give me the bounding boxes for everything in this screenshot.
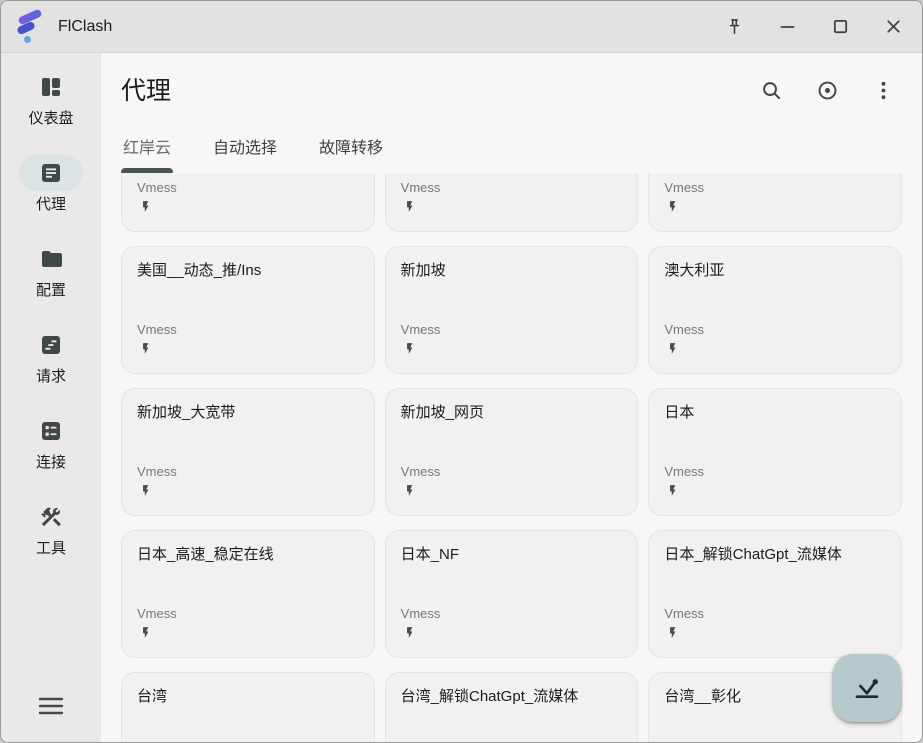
proxy-card[interactable]: 新加坡_网页 Vmess xyxy=(385,388,639,516)
pin-button[interactable] xyxy=(721,14,747,40)
pin-icon xyxy=(724,16,745,37)
proxy-name: 日本_NF xyxy=(401,544,623,565)
proxy-name: 美国__动态_推/Ins xyxy=(137,260,359,281)
proxy-protocol: Vmess xyxy=(401,179,623,196)
proxy-protocol: Vmess xyxy=(401,321,623,338)
proxy-name: 台湾 xyxy=(137,686,359,707)
proxy-card[interactable]: 日本_高速_稳定在线 Vmess xyxy=(121,530,375,658)
proxy-protocol: Vmess xyxy=(137,463,359,480)
sidebar-item-dashboard[interactable]: 仪表盘 xyxy=(19,69,83,129)
proxy-card[interactable]: 日本_NF Vmess xyxy=(385,530,639,658)
proxy-card[interactable]: 日本_解锁ChatGpt_流媒体 Vmess xyxy=(648,530,902,658)
sidebar-item-label: 请求 xyxy=(36,367,66,387)
profiles-folder-icon xyxy=(39,247,63,271)
proxy-name: 日本 xyxy=(664,402,886,423)
more-vert-icon xyxy=(872,79,895,102)
proxy-group-tab[interactable]: 自动选择 xyxy=(211,134,279,173)
sidebar-item-label: 配置 xyxy=(36,281,66,301)
latency-bolt-icon xyxy=(403,342,623,360)
titlebar: FlClash xyxy=(1,1,922,53)
proxy-protocol: Vmess xyxy=(137,605,359,622)
latency-bolt-icon xyxy=(403,200,623,218)
proxy-protocol: Vmess xyxy=(137,179,359,196)
sidebar-item-label: 代理 xyxy=(36,195,66,215)
network-ping-icon xyxy=(851,672,883,704)
proxy-protocol: Vmess xyxy=(664,463,886,480)
proxy-name: 日本_解锁ChatGpt_流媒体 xyxy=(664,544,886,565)
proxy-group-tab[interactable]: 红岸云 xyxy=(121,134,173,173)
main-panel: 代理 xyxy=(101,53,922,743)
search-button[interactable] xyxy=(760,79,784,103)
app-logo-icon xyxy=(15,10,45,44)
more-menu-button[interactable] xyxy=(872,79,896,103)
sidebar-item-proxies[interactable]: 代理 xyxy=(19,155,83,215)
proxies-header: 代理 xyxy=(101,53,922,173)
proxy-card[interactable]: 美国__动态_推/Ins Vmess xyxy=(121,246,375,374)
proxy-card[interactable]: 新加坡 Vmess xyxy=(385,246,639,374)
tools-icon xyxy=(39,505,63,529)
connections-icon xyxy=(39,419,63,443)
locate-current-button[interactable] xyxy=(816,79,840,103)
proxy-name: 新加坡_大宽带 xyxy=(137,402,359,423)
sidebar: 仪表盘 代理 配置 xyxy=(1,53,101,743)
latency-bolt-icon xyxy=(139,626,359,644)
sidebar-item-label: 连接 xyxy=(36,453,66,473)
proxy-card[interactable]: 日本 Vmess xyxy=(648,388,902,516)
delay-test-fab[interactable] xyxy=(833,654,901,722)
minimize-button[interactable] xyxy=(774,14,800,40)
sidebar-item-profiles[interactable]: 配置 xyxy=(19,241,83,301)
proxy-name: 新加坡_网页 xyxy=(401,402,623,423)
proxy-protocol: Vmess xyxy=(137,321,359,338)
sidebar-item-label: 工具 xyxy=(36,539,66,559)
latency-bolt-icon xyxy=(139,342,359,360)
latency-bolt-icon xyxy=(666,484,886,502)
proxies-icon xyxy=(39,161,63,185)
adjust-icon xyxy=(816,79,839,102)
sidebar-menu-button[interactable] xyxy=(1,695,101,717)
proxy-protocol: Vmess xyxy=(401,605,623,622)
close-icon xyxy=(883,16,904,37)
dashboard-icon xyxy=(39,75,63,99)
proxy-name: 台湾_解锁ChatGpt_流媒体 xyxy=(401,686,623,707)
latency-bolt-icon xyxy=(139,484,359,502)
proxy-name: 日本_高速_稳定在线 xyxy=(137,544,359,565)
app-title: FlClash xyxy=(58,18,112,36)
proxy-card[interactable]: 台湾_解锁ChatGpt_流媒体 Vmess xyxy=(385,672,639,743)
latency-bolt-icon xyxy=(666,626,886,644)
close-button[interactable] xyxy=(880,14,906,40)
search-icon xyxy=(760,79,783,102)
proxy-card-grid: Vmess Vmess xyxy=(101,173,922,743)
proxy-name: 新加坡 xyxy=(401,260,623,281)
proxy-card[interactable]: Vmess xyxy=(385,173,639,232)
proxy-protocol: Vmess xyxy=(664,179,886,196)
sidebar-item-connections[interactable]: 连接 xyxy=(19,413,83,473)
maximize-button[interactable] xyxy=(827,14,853,40)
proxy-protocol: Vmess xyxy=(664,605,886,622)
proxy-card-scroll-area[interactable]: Vmess Vmess xyxy=(101,173,922,743)
proxy-group-tab[interactable]: 故障转移 xyxy=(317,134,385,173)
proxy-card[interactable]: Vmess xyxy=(648,173,902,232)
latency-bolt-icon xyxy=(403,626,623,644)
proxy-protocol: Vmess xyxy=(664,321,886,338)
proxy-card[interactable]: 澳大利亚 Vmess xyxy=(648,246,902,374)
minimize-icon xyxy=(777,16,798,37)
latency-bolt-icon xyxy=(666,200,886,218)
proxy-name: 澳大利亚 xyxy=(664,260,886,281)
flclash-window: FlClash xyxy=(0,0,923,743)
sidebar-item-tools[interactable]: 工具 xyxy=(19,499,83,559)
latency-bolt-icon xyxy=(666,342,886,360)
requests-icon xyxy=(39,333,63,357)
sidebar-item-label: 仪表盘 xyxy=(28,109,73,129)
proxy-card[interactable]: 台湾 Vmess xyxy=(121,672,375,743)
latency-bolt-icon xyxy=(139,200,359,218)
menu-icon xyxy=(38,695,64,717)
maximize-icon xyxy=(830,16,851,37)
proxy-protocol: Vmess xyxy=(401,463,623,480)
proxy-card[interactable]: Vmess xyxy=(121,173,375,232)
proxy-card[interactable]: 新加坡_大宽带 Vmess xyxy=(121,388,375,516)
page-title: 代理 xyxy=(121,71,171,107)
latency-bolt-icon xyxy=(403,484,623,502)
proxy-group-tabs: 红岸云 自动选择 故障转移 xyxy=(121,134,385,173)
sidebar-item-requests[interactable]: 请求 xyxy=(19,327,83,387)
